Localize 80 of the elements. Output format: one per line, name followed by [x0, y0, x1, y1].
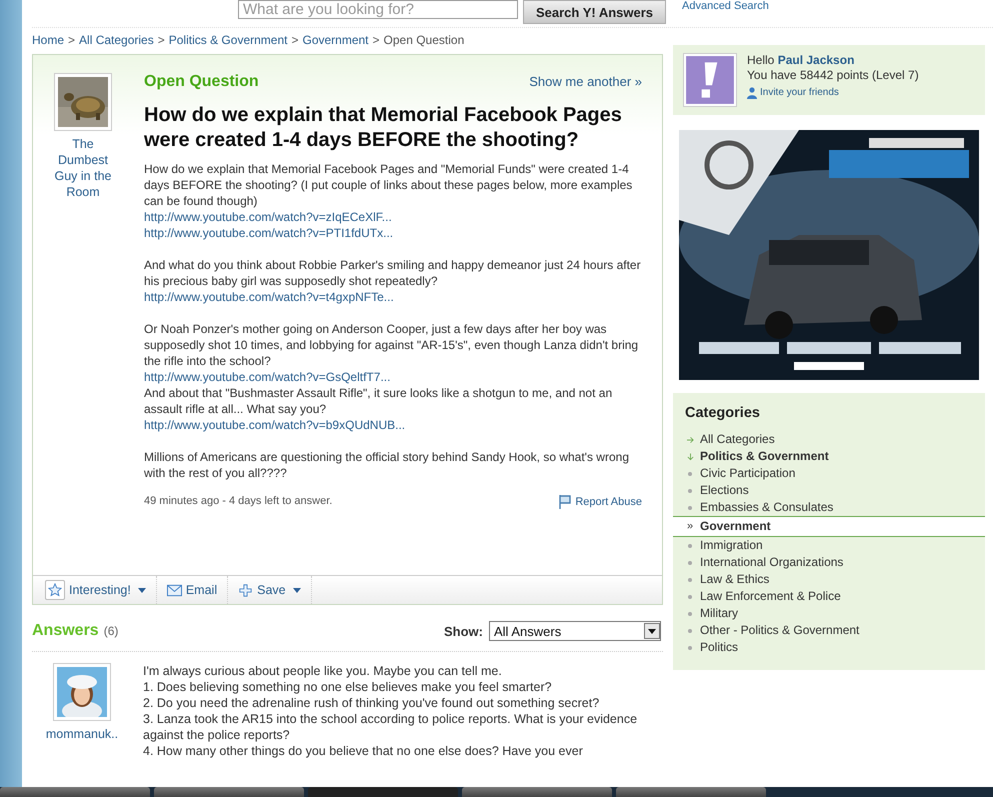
greeting-text: Hello Paul Jackson — [747, 53, 856, 68]
video-link[interactable]: http://www.youtube.com/watch?v=zIqECeXlF... — [144, 209, 642, 225]
category-item[interactable]: Military — [673, 605, 985, 622]
breadcrumb-separator: > — [291, 33, 298, 47]
category-item[interactable]: » Government — [673, 516, 985, 537]
answer-text: 1. Does believing something no one else believes make you feel smarter? — [143, 679, 553, 695]
question-title: How do we explain that Memorial Facebook Pages were created 1-4 days BEFORE the shooting? — [144, 103, 623, 153]
video-link[interactable]: http://www.youtube.com/watch?v=GsQeltfT7... — [144, 369, 642, 385]
answer-text: 3. Lanza took the AR15 into the school according to police reports. What is your evidence against the police reports? — [143, 711, 638, 743]
show-another-link[interactable]: Show me another » — [529, 74, 642, 89]
bullet-icon — [688, 472, 692, 476]
category-item[interactable]: Politics — [673, 639, 985, 656]
arrow-down-icon — [687, 452, 694, 460]
search-field[interactable]: What are you looking for? — [238, 0, 518, 19]
question-text: And what do you think about Robbie Parker's smiling and happy demeanor just 24 hours after his precious baby girl was supposedly shot repeatedly? — [144, 257, 642, 289]
answers-filter-dropdown[interactable]: All Answers — [489, 621, 661, 641]
category-item[interactable]: All Categories — [673, 431, 985, 448]
person-icon — [747, 86, 757, 98]
bullet-icon — [688, 628, 692, 632]
search-button[interactable]: Search Y! Answers — [523, 0, 666, 24]
envelope-icon — [166, 584, 182, 596]
taskbar-button[interactable] — [462, 787, 612, 797]
breadcrumb-separator: > — [158, 33, 165, 47]
category-item[interactable]: Elections — [673, 482, 985, 499]
arrow-right-icon — [687, 436, 694, 444]
question-text: How do we explain that Memorial Facebook Pages and "Memorial Funds" were created 1-4 days BEFORE the shooting? (I put couple of links about these pages below, more examples can be found though) — [144, 161, 634, 209]
answer-text: 2. Do you need the adrenaline rush of thinking you've found out something secret? — [143, 695, 600, 711]
bullet-icon — [688, 612, 692, 616]
taskbar-button[interactable] — [616, 787, 766, 797]
breadcrumb-link[interactable]: Government — [302, 33, 369, 47]
question-status: Open Question — [144, 73, 259, 91]
category-item[interactable]: Law Enforcement & Police — [673, 588, 985, 605]
video-link[interactable]: http://www.youtube.com/watch?v=t4gxpNFTe... — [144, 289, 642, 305]
breadcrumb-link[interactable]: All Categories — [79, 33, 154, 47]
bullet-icon — [688, 506, 692, 510]
asker-name[interactable]: The Dumbest Guy in the Room — [53, 136, 113, 200]
category-item[interactable]: Law & Ethics — [673, 571, 985, 588]
breadcrumb-separator: > — [372, 33, 380, 47]
breadcrumb-link[interactable]: Home — [32, 33, 64, 47]
bullet-icon — [688, 488, 692, 492]
bullet-icon — [688, 560, 692, 564]
bullet-icon — [688, 578, 692, 582]
invite-friends-link[interactable]: Invite your friends — [747, 85, 919, 100]
answer-text: I'm always curious about people like you. Maybe you can tell me. — [143, 663, 503, 679]
category-item[interactable]: Civic Participation — [673, 465, 985, 482]
category-item[interactable]: Other - Politics & Government — [673, 622, 985, 639]
answerer-name[interactable]: mommanuk.. — [46, 726, 118, 742]
points-text: You have 58442 points (Level 7) — [747, 68, 919, 83]
flag-icon — [559, 495, 572, 509]
answers-heading: Answers — [32, 622, 99, 639]
question-text: And about that "Bushmaster Assault Rifle", it sure looks like a shotgun to me, and not an assault rifle at all... What say you? — [144, 385, 614, 417]
video-link[interactable]: http://www.youtube.com/watch?v=PTI1fdUTx... — [144, 225, 642, 241]
plus-icon — [238, 584, 254, 596]
bullet-icon — [688, 646, 692, 650]
category-item[interactable]: Embassies & Consulates — [673, 499, 985, 516]
answer-text: 4. How many other things do you believe that no one else does? Have you ever — [143, 743, 584, 759]
bullet-icon — [688, 544, 692, 548]
show-label: Show: — [444, 624, 483, 638]
report-abuse-link[interactable]: Report Abuse — [559, 495, 642, 509]
category-item[interactable]: International Organizations — [673, 554, 985, 571]
bullet-icon — [688, 594, 692, 598]
action-button[interactable]: Email — [166, 576, 228, 604]
answer-count: (6) — [104, 624, 118, 638]
question-text: Or Noah Ponzer's mother going on Anderson Cooper, just a few days after her boy was supposedly shot 10 times, and lobbying for against "AR-15's", even though Lanza didn't bring the rifle into the school? — [144, 321, 640, 369]
category-item[interactable]: Immigration — [673, 537, 985, 554]
taskbar-button[interactable] — [0, 787, 150, 797]
video-link[interactable]: http://www.youtube.com/watch?v=b9xQUdNUB... — [144, 417, 642, 433]
category-item[interactable]: Politics & Government — [673, 448, 985, 465]
taskbar-button[interactable] — [154, 787, 304, 797]
question-time: 49 minutes ago - 4 days left to answer. — [144, 495, 332, 509]
breadcrumb-link[interactable]: Politics & Government — [168, 33, 288, 47]
action-button[interactable]: Save — [238, 576, 312, 604]
chevron-icon: » — [687, 517, 694, 536]
breadcrumb-separator: > — [68, 33, 76, 47]
categories-heading: Categories — [685, 405, 761, 421]
question-text: Millions of Americans are questioning the official story behind Sandy Hook, so what's wrong with the rest of you all???? — [144, 449, 630, 481]
action-button[interactable]: Interesting! — [45, 576, 157, 604]
breadcrumb-current: Open Question — [384, 33, 464, 47]
advanced-search-link[interactable]: Advanced Search — [682, 0, 769, 12]
exclamation-avatar-icon — [683, 53, 737, 107]
